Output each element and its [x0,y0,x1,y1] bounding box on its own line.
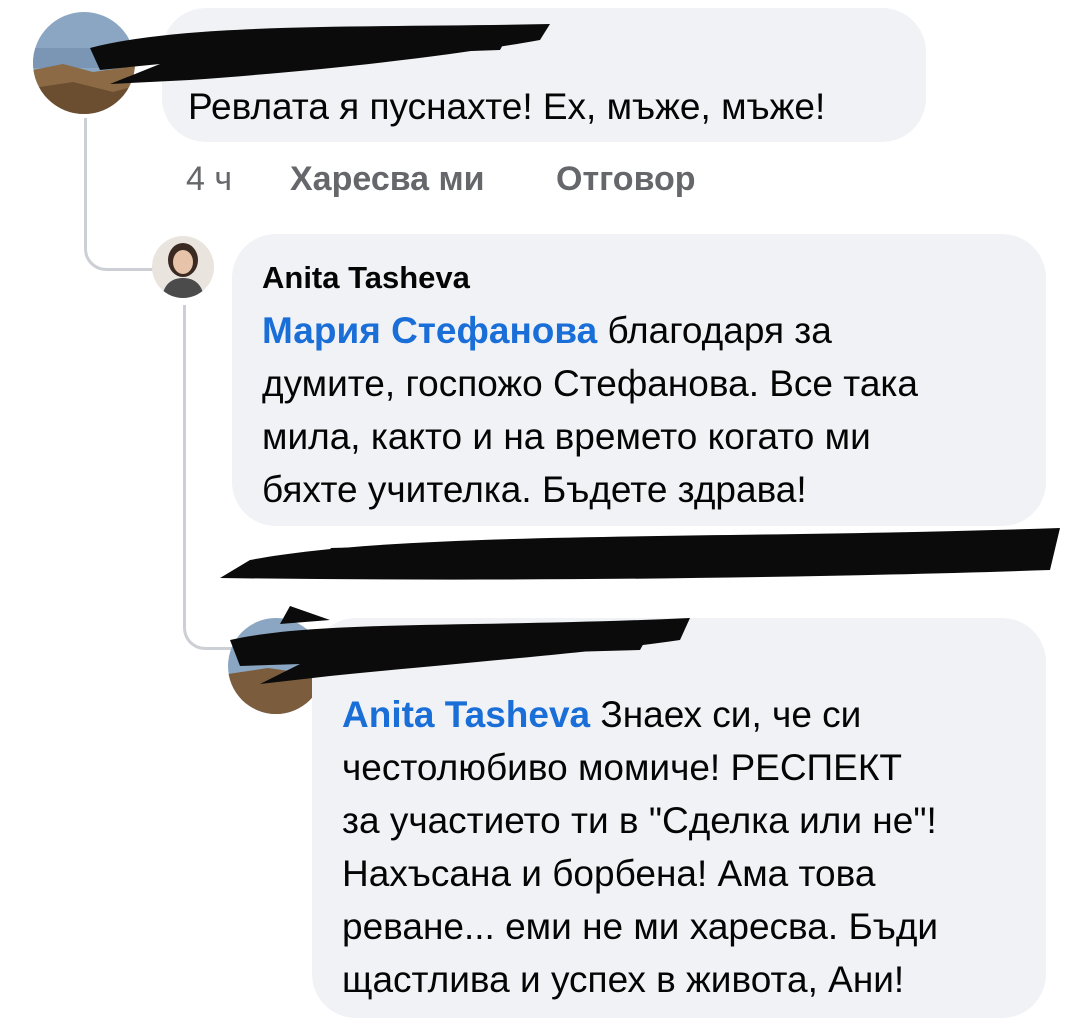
reply-text-1-line-1: благодаря за [597,310,832,351]
reply-text-2-line-1: Знаех си, че си [590,694,862,735]
reply-text-1-line-3: мила, както и на времето когато ми [262,416,871,457]
like-button[interactable]: Харесва ми [290,160,485,199]
reply-text-1-line-4: бяхте учителка. Бъдете здрава! [262,469,807,510]
profile-photo-icon [152,236,214,298]
reply-author-name-1[interactable]: Anita Tasheva [262,260,470,296]
mention-link-1[interactable]: Мария Стефанова [262,310,597,351]
redaction-scribble-3 [230,606,690,684]
reply-text-1-line-2: думите, госпожо Стефанова. Все така [262,363,918,404]
reply-text-2: Anita Tasheva Знаех си, че си честолюбив… [342,688,938,1006]
reply-bubble-1: Anita Tasheva Мария Стефанова благодаря … [232,234,1046,526]
mention-link-2[interactable]: Anita Tasheva [342,694,590,735]
reply-text-1: Мария Стефанова благодаря за думите, гос… [262,304,918,516]
redaction-scribble-1 [90,24,550,84]
redaction-scribble-2 [220,528,1060,580]
comment-timestamp-1: 4 ч [186,160,233,198]
thread-line-main [84,118,153,271]
reply-button[interactable]: Отговор [556,160,696,199]
reply-text-2-line-4: Нахъсана и борбена! Ама това [342,853,876,894]
reply-text-2-line-5: реване... еми не ми харесва. Бъди [342,906,939,947]
reply-text-2-line-3: за участието ти в "Сделка или не"! [342,800,937,841]
reply-text-2-line-6: щастлива и успех в живота, Ани! [342,959,905,1000]
avatar-anita-tasheva[interactable] [152,236,214,298]
reply-text-2-line-2: честолюбиво момиче! РЕСПЕКТ [342,747,902,788]
